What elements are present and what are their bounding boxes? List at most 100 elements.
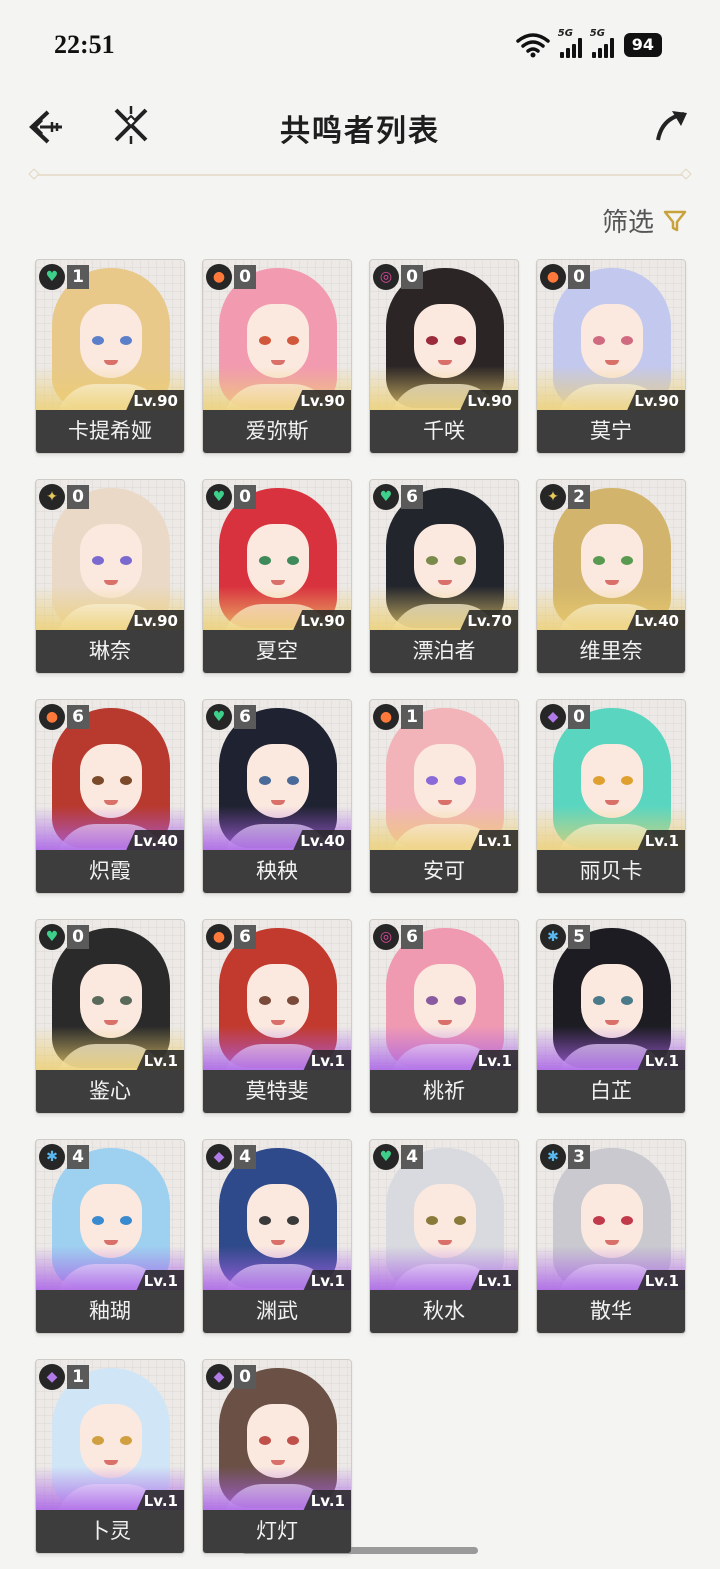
portrait-eye — [454, 336, 466, 345]
portrait-eye — [621, 776, 633, 785]
havoc-element-icon: ◎ — [373, 924, 399, 950]
level-badge: Lv.90 — [125, 610, 184, 632]
character-card[interactable]: ♥ 0 Lv.1 鉴心 — [35, 919, 185, 1114]
sequence-badge: 0 — [67, 485, 89, 509]
aero-element-icon: ♥ — [39, 924, 65, 950]
character-name: 白芷 — [537, 1070, 685, 1113]
character-card[interactable]: ♥ 1 Lv.90 卡提希娅 — [35, 259, 185, 454]
portrait-face — [247, 1404, 309, 1478]
character-card[interactable]: ✦ 0 Lv.90 琳奈 — [35, 479, 185, 674]
cellular-signal-1-icon: 5G — [558, 28, 582, 58]
sequence-badge: 4 — [401, 1145, 423, 1169]
character-card[interactable]: ♥ 0 Lv.90 夏空 — [202, 479, 352, 674]
character-card[interactable]: ◆ 0 Lv.1 灯灯 — [202, 1359, 352, 1554]
status-icons: 5G 5G 94 — [515, 28, 662, 58]
portrait-eye — [259, 996, 271, 1005]
character-name: 渊武 — [203, 1290, 351, 1333]
status-time: 22:51 — [54, 30, 115, 59]
portrait-face — [581, 524, 643, 598]
character-name: 千咲 — [370, 410, 518, 453]
character-card[interactable]: ♥ 6 Lv.70 漂泊者 — [369, 479, 519, 674]
sequence-badge: 1 — [67, 265, 89, 289]
portrait-eye — [287, 776, 299, 785]
portrait-eye — [120, 1216, 132, 1225]
divider-ornament-right — [680, 168, 692, 180]
character-name: 丽贝卡 — [537, 850, 685, 893]
portrait-face — [247, 304, 309, 378]
character-card[interactable]: ✦ 2 Lv.40 维里奈 — [536, 479, 686, 674]
character-name: 莫宁 — [537, 410, 685, 453]
portrait-face — [80, 964, 142, 1038]
character-card[interactable]: ✱ 4 Lv.1 釉瑚 — [35, 1139, 185, 1334]
portrait-eye — [426, 996, 438, 1005]
portrait-eye — [426, 776, 438, 785]
character-card[interactable]: ● 0 Lv.90 爱弥斯 — [202, 259, 352, 454]
sequence-badge: 4 — [67, 1145, 89, 1169]
character-card[interactable]: ♥ 4 Lv.1 秋水 — [369, 1139, 519, 1334]
fusion-element-icon: ● — [206, 924, 232, 950]
portrait-face — [414, 304, 476, 378]
sequence-badge: 3 — [568, 1145, 590, 1169]
portrait-eye — [621, 336, 633, 345]
fusion-element-icon: ● — [39, 704, 65, 730]
character-card[interactable]: ◆ 1 Lv.1 卜灵 — [35, 1359, 185, 1554]
portrait-eye — [426, 336, 438, 345]
share-arrow-icon — [656, 111, 687, 141]
portrait-eye — [92, 776, 104, 785]
portrait-eye — [593, 556, 605, 565]
havoc-element-icon: ◎ — [373, 264, 399, 290]
character-card[interactable]: ● 6 Lv.40 炽霞 — [35, 699, 185, 894]
character-card[interactable]: ✱ 3 Lv.1 散华 — [536, 1139, 686, 1334]
level-badge: Lv.90 — [292, 390, 351, 412]
character-name: 秋水 — [370, 1290, 518, 1333]
spectro-element-icon: ✦ — [540, 484, 566, 510]
character-card[interactable]: ● 0 Lv.90 莫宁 — [536, 259, 686, 454]
sequence-badge: 6 — [234, 925, 256, 949]
character-card[interactable]: ● 6 Lv.1 莫特斐 — [202, 919, 352, 1114]
portrait-face — [581, 304, 643, 378]
sequence-badge: 4 — [234, 1145, 256, 1169]
character-name: 鉴心 — [36, 1070, 184, 1113]
character-card[interactable]: ● 1 Lv.1 安可 — [369, 699, 519, 894]
portrait-face — [414, 964, 476, 1038]
filter-button[interactable]: 筛选 — [602, 202, 688, 239]
sequence-badge: 0 — [67, 925, 89, 949]
character-card[interactable]: ◆ 0 Lv.1 丽贝卡 — [536, 699, 686, 894]
aero-element-icon: ♥ — [373, 484, 399, 510]
character-card[interactable]: ◆ 4 Lv.1 渊武 — [202, 1139, 352, 1334]
portrait-eye — [593, 1216, 605, 1225]
character-card[interactable]: ◎ 6 Lv.1 桃祈 — [369, 919, 519, 1114]
portrait-eye — [287, 556, 299, 565]
character-name: 卜灵 — [36, 1510, 184, 1553]
aero-element-icon: ♥ — [206, 484, 232, 510]
share-button[interactable] — [654, 106, 692, 144]
portrait-eye — [287, 336, 299, 345]
portrait-eye — [593, 776, 605, 785]
glacio-element-icon: ✱ — [540, 1144, 566, 1170]
fusion-element-icon: ● — [373, 704, 399, 730]
sequence-badge: 2 — [568, 485, 590, 509]
battery-indicator: 94 — [623, 33, 662, 57]
character-name: 维里奈 — [537, 630, 685, 673]
character-card[interactable]: ◎ 0 Lv.90 千咲 — [369, 259, 519, 454]
fusion-element-icon: ● — [206, 264, 232, 290]
portrait-eye — [120, 556, 132, 565]
sequence-badge: 6 — [401, 925, 423, 949]
header-divider — [28, 168, 692, 180]
network-type-2: 5G — [589, 28, 605, 39]
sequence-badge: 0 — [234, 485, 256, 509]
portrait-eye — [454, 1216, 466, 1225]
electro-element-icon: ◆ — [206, 1364, 232, 1390]
character-name: 桃祈 — [370, 1070, 518, 1113]
portrait-eye — [287, 996, 299, 1005]
level-badge: Lv.40 — [292, 830, 351, 852]
character-card[interactable]: ♥ 6 Lv.40 秧秧 — [202, 699, 352, 894]
character-name: 莫特斐 — [203, 1070, 351, 1113]
portrait-eye — [287, 1216, 299, 1225]
portrait-eye — [454, 996, 466, 1005]
character-card[interactable]: ✱ 5 Lv.1 白芷 — [536, 919, 686, 1114]
sequence-badge: 5 — [568, 925, 590, 949]
aero-element-icon: ♥ — [206, 704, 232, 730]
portrait-face — [247, 744, 309, 818]
character-name: 散华 — [537, 1290, 685, 1333]
